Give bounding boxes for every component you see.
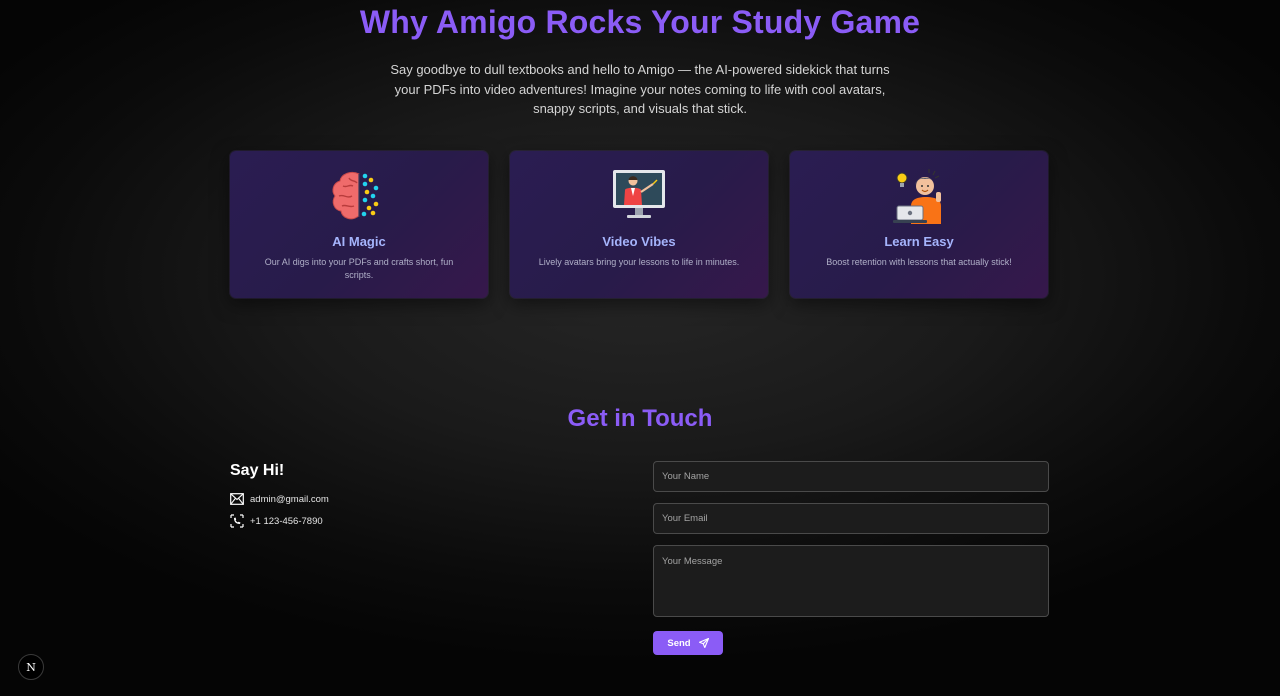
- section-title: Why Amigo Rocks Your Study Game: [359, 4, 921, 40]
- mail-icon: [230, 493, 244, 505]
- feature-card-video-vibes: Video Vibes Lively avatars bring your le…: [510, 151, 768, 298]
- contact-phone-row: +1 123-456-7890: [230, 514, 323, 528]
- feature-description: Our AI digs into your PDFs and crafts sh…: [264, 257, 454, 280]
- feature-title: Learn Easy: [884, 234, 954, 249]
- feature-description: Boost retention with lessons that actual…: [826, 257, 1012, 267]
- feature-title: Video Vibes: [602, 234, 676, 249]
- name-input[interactable]: [653, 461, 1049, 492]
- feature-description: Lively avatars bring your lessons to lif…: [538, 257, 740, 267]
- dev-tools-badge[interactable]: N: [18, 654, 44, 680]
- send-button[interactable]: Send: [653, 631, 723, 655]
- badge-letter: N: [26, 660, 36, 674]
- feature-card-learn-easy: Learn Easy Boost retention with lessons …: [790, 151, 1048, 298]
- paper-plane-icon: [698, 638, 709, 648]
- feature-cards: AI Magic Our AI digs into your PDFs and …: [230, 151, 1048, 298]
- phone-icon: [230, 514, 244, 528]
- contact-section-title: Get in Touch: [567, 405, 713, 432]
- section-description: Say goodbye to dull textbooks and hello …: [390, 62, 890, 116]
- contact-email-row: admin@gmail.com: [230, 492, 329, 506]
- contact-email: admin@gmail.com: [250, 493, 329, 505]
- email-input[interactable]: [653, 503, 1049, 534]
- feature-title: AI Magic: [332, 234, 386, 249]
- teacher-screen-icon: [613, 170, 665, 218]
- student-laptop-icon: [893, 169, 941, 224]
- contact-subtitle: Say Hi!: [230, 462, 285, 479]
- feature-card-ai-magic: AI Magic Our AI digs into your PDFs and …: [230, 151, 488, 298]
- message-textarea[interactable]: [653, 545, 1049, 617]
- brain-icon: [332, 171, 379, 220]
- send-button-label: Send: [667, 637, 691, 649]
- contact-phone: +1 123-456-7890: [250, 515, 323, 527]
